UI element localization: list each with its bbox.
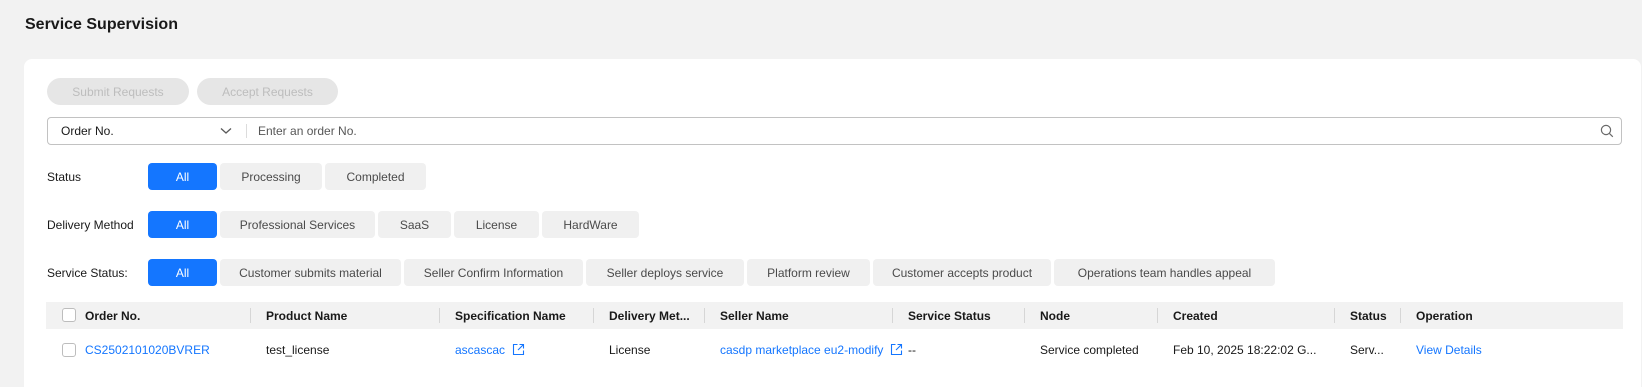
- table-header: Order No. Product Name Specification Nam…: [46, 302, 1623, 329]
- column-separator: [892, 308, 893, 323]
- column-header-order-no[interactable]: Order No.: [85, 302, 140, 329]
- search-bar: Order No.: [47, 117, 1622, 145]
- status-chip-processing[interactable]: Processing: [220, 163, 322, 190]
- search-icon[interactable]: [1593, 118, 1621, 144]
- service-status-filter: Service Status: All Customer submits mat…: [47, 259, 1275, 286]
- delivery-chip-hardware[interactable]: HardWare: [542, 211, 639, 238]
- column-header-operation: Operation: [1416, 308, 1473, 323]
- delivery-method-cell: License: [609, 342, 651, 357]
- action-buttons: Submit Requests Accept Requests: [47, 78, 338, 105]
- column-separator: [439, 308, 440, 323]
- select-all-checkbox[interactable]: [62, 308, 76, 322]
- service-status-chip-customer-submits-material[interactable]: Customer submits material: [220, 259, 401, 286]
- search-field-label: Order No.: [61, 124, 114, 138]
- service-status-cell: --: [908, 342, 916, 357]
- status-filter: Status All Processing Completed: [47, 163, 426, 190]
- column-header-seller-name[interactable]: Seller Name: [720, 302, 789, 329]
- chevron-down-icon: [219, 124, 233, 138]
- column-header-status[interactable]: Status: [1350, 302, 1387, 329]
- service-status-chip-all[interactable]: All: [148, 259, 217, 286]
- status-filter-label: Status: [47, 169, 82, 184]
- service-status-chip-seller-deploys-service[interactable]: Seller deploys service: [586, 259, 744, 286]
- external-link-icon: [890, 343, 903, 356]
- column-separator: [250, 308, 251, 323]
- table-row: CS2502101020BVRER test_license ascascac …: [46, 336, 1623, 363]
- column-header-service-status[interactable]: Service Status: [908, 302, 991, 329]
- created-cell: Feb 10, 2025 18:22:02 G...: [1173, 342, 1317, 357]
- service-status-chip-operations-appeal[interactable]: Operations team handles appeal: [1054, 259, 1275, 286]
- service-status-chip-customer-accepts-product[interactable]: Customer accepts product: [873, 259, 1051, 286]
- page-title: Service Supervision: [25, 16, 178, 33]
- node-cell: Service completed: [1040, 342, 1139, 357]
- accept-requests-button[interactable]: Accept Requests: [197, 78, 338, 105]
- main-card: Submit Requests Accept Requests Order No…: [24, 59, 1641, 387]
- delivery-chip-license[interactable]: License: [454, 211, 539, 238]
- column-separator: [593, 308, 594, 323]
- service-status-chips: All Customer submits material Seller Con…: [148, 259, 1275, 286]
- search-input[interactable]: [247, 118, 1593, 144]
- delivery-chip-saas[interactable]: SaaS: [378, 211, 451, 238]
- external-link-icon: [512, 343, 525, 356]
- status-chips: All Processing Completed: [148, 163, 426, 190]
- column-separator: [1400, 308, 1401, 323]
- column-separator: [1334, 308, 1335, 323]
- order-no-link[interactable]: CS2502101020BVRER: [85, 336, 210, 363]
- search-field-select[interactable]: Order No.: [48, 118, 246, 144]
- row-checkbox[interactable]: [62, 343, 76, 357]
- product-name-cell: test_license: [266, 342, 330, 357]
- delivery-chip-professional-services[interactable]: Professional Services: [220, 211, 375, 238]
- column-separator: [704, 308, 705, 323]
- service-status-chip-platform-review[interactable]: Platform review: [747, 259, 870, 286]
- delivery-chip-all[interactable]: All: [148, 211, 217, 238]
- column-header-node[interactable]: Node: [1040, 302, 1070, 329]
- view-details-link[interactable]: View Details: [1416, 336, 1482, 363]
- status-cell: Serv...: [1350, 342, 1384, 357]
- delivery-filter: Delivery Method All Professional Service…: [47, 211, 639, 238]
- service-status-chip-seller-confirm-information[interactable]: Seller Confirm Information: [404, 259, 583, 286]
- spec-name-link[interactable]: ascascac: [455, 336, 525, 363]
- submit-requests-button[interactable]: Submit Requests: [47, 78, 189, 105]
- column-separator: [1024, 308, 1025, 323]
- spec-name-text: ascascac: [455, 342, 506, 357]
- column-separator: [1157, 308, 1158, 323]
- service-status-filter-label: Service Status:: [47, 265, 128, 280]
- column-header-created[interactable]: Created: [1173, 302, 1218, 329]
- status-chip-completed[interactable]: Completed: [325, 163, 426, 190]
- column-header-product-name[interactable]: Product Name: [266, 302, 347, 329]
- column-header-specification-name[interactable]: Specification Name: [455, 302, 566, 329]
- delivery-filter-label: Delivery Method: [47, 217, 134, 232]
- delivery-chips: All Professional Services SaaS License H…: [148, 211, 639, 238]
- seller-name-link[interactable]: casdp marketplace eu2-modify: [720, 336, 903, 363]
- column-header-delivery-method[interactable]: Delivery Met...: [609, 302, 690, 329]
- seller-name-text: casdp marketplace eu2-modify: [720, 342, 884, 357]
- status-chip-all[interactable]: All: [148, 163, 217, 190]
